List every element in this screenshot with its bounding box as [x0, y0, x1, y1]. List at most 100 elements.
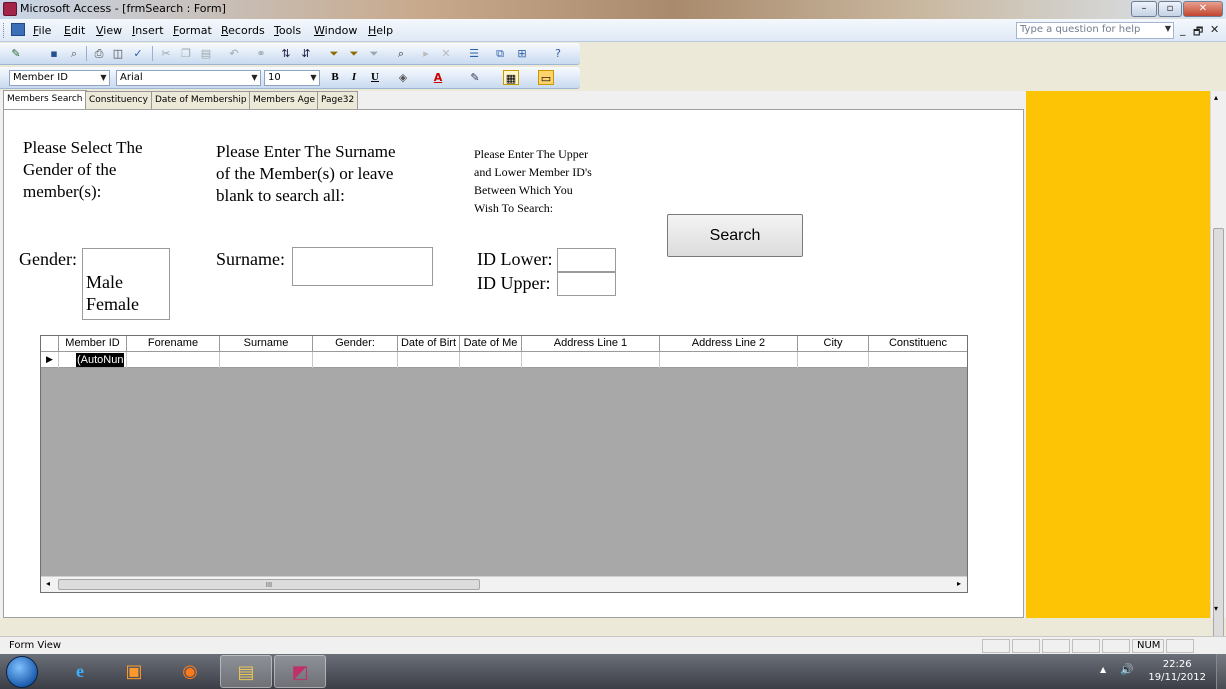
find-icon[interactable]: ⌕	[393, 46, 409, 61]
fill-color-icon[interactable]: ◈	[395, 70, 411, 85]
column-header-constituency[interactable]: Constituenc	[869, 336, 967, 352]
menu-records[interactable]: Records	[221, 24, 265, 37]
delete-record-icon[interactable]: ✕	[438, 46, 454, 61]
line-border-width-icon[interactable]: ▦	[503, 70, 519, 85]
database-window-icon[interactable]: ⧉	[492, 46, 508, 61]
address-line-2-cell[interactable]	[660, 352, 798, 368]
menu-format[interactable]: Format	[173, 24, 212, 37]
print-preview-icon[interactable]: ◫	[110, 46, 126, 61]
form-icon[interactable]	[11, 23, 25, 36]
tab-members-age[interactable]: Members Age	[249, 91, 319, 109]
object-combo[interactable]: Member ID ▼	[9, 70, 110, 86]
mdi-close-button[interactable]: ✕	[1210, 23, 1219, 36]
row-selector-header[interactable]	[41, 336, 59, 352]
tab-members-search[interactable]: Members Search	[3, 90, 87, 109]
font-color-icon[interactable]: A	[430, 70, 446, 85]
copy-icon[interactable]: ❐	[178, 46, 194, 61]
underline-button[interactable]: U	[367, 70, 383, 85]
start-button[interactable]	[6, 656, 38, 688]
menu-file[interactable]: File	[33, 24, 51, 37]
scroll-thumb[interactable]: III	[58, 579, 480, 590]
tab-date-of-membership[interactable]: Date of Membership	[151, 91, 251, 109]
sort-ascending-icon[interactable]: ⇅	[278, 46, 294, 61]
scroll-up-icon[interactable]: ▴	[1214, 93, 1218, 102]
italic-button[interactable]: I	[346, 70, 362, 85]
column-header-gender[interactable]: Gender:	[313, 336, 398, 352]
gender-option-male[interactable]: Male	[86, 272, 123, 293]
current-record-arrow-icon[interactable]: ▶	[41, 352, 59, 368]
font-size-combo[interactable]: 10 ▼	[264, 70, 320, 86]
form-vertical-scrollbar[interactable]: ▴ ▾	[1210, 91, 1226, 670]
id-lower-input[interactable]	[557, 248, 616, 272]
filter-by-form-icon[interactable]: ⏷	[346, 46, 362, 61]
menu-view[interactable]: View	[96, 24, 122, 37]
chevron-down-icon[interactable]: ▼	[309, 72, 318, 84]
menu-tools[interactable]: Tools	[274, 24, 301, 37]
font-name-combo[interactable]: Arial ▼	[116, 70, 261, 86]
surname-cell[interactable]	[220, 352, 313, 368]
chevron-down-icon[interactable]: ▼	[250, 72, 259, 84]
id-upper-input[interactable]	[557, 272, 616, 296]
member-id-cell[interactable]: (AutoNun	[59, 352, 127, 368]
column-header-address-line-1[interactable]: Address Line 1	[522, 336, 660, 352]
date-of-birth-cell[interactable]	[398, 352, 460, 368]
filter-by-selection-icon[interactable]: ⏷	[326, 46, 342, 61]
properties-icon[interactable]: ☰	[466, 46, 482, 61]
datasheet-horizontal-scrollbar[interactable]: ◂ III ▸	[41, 576, 967, 592]
column-header-member-id[interactable]: Member ID	[59, 336, 127, 352]
gender-cell[interactable]	[313, 352, 398, 368]
maximize-button[interactable]: ▫	[1158, 1, 1182, 17]
city-cell[interactable]	[798, 352, 869, 368]
chevron-down-icon[interactable]: ▼	[1165, 24, 1171, 33]
column-header-date-of-membership[interactable]: Date of Me	[460, 336, 522, 352]
cut-icon[interactable]: ✂	[158, 46, 174, 61]
tab-constituency[interactable]: Constituency	[85, 91, 152, 109]
bold-button[interactable]: B	[327, 70, 343, 85]
paste-icon[interactable]: ▤	[198, 46, 214, 61]
mdi-minimize-button[interactable]: _	[1180, 23, 1186, 36]
new-object-icon[interactable]: ⊞	[514, 46, 530, 61]
menu-window[interactable]: Window	[314, 24, 357, 37]
close-button[interactable]: ✕	[1183, 1, 1223, 17]
datasheet-new-record-row[interactable]: ▶ (AutoNun	[41, 352, 967, 368]
menu-edit[interactable]: Edit	[64, 24, 85, 37]
chevron-down-icon[interactable]: ▼	[99, 72, 108, 84]
column-header-surname[interactable]: Surname	[220, 336, 313, 352]
minimize-button[interactable]: –	[1131, 1, 1157, 17]
scroll-down-icon[interactable]: ▾	[1214, 604, 1218, 613]
spelling-icon[interactable]: ✓	[130, 46, 146, 61]
column-header-forename[interactable]: Forename	[127, 336, 220, 352]
media-player-icon[interactable]: ▣	[108, 655, 160, 688]
sort-descending-icon[interactable]: ⇵	[298, 46, 314, 61]
column-header-date-of-birth[interactable]: Date of Birt	[398, 336, 460, 352]
gender-listbox[interactable]: Male Female	[82, 248, 170, 320]
menubar-grip[interactable]	[3, 23, 6, 38]
menu-help[interactable]: Help	[368, 24, 393, 37]
forename-cell[interactable]	[127, 352, 220, 368]
internet-explorer-icon[interactable]: e	[54, 655, 106, 688]
new-record-icon[interactable]: ▸	[418, 46, 434, 61]
surname-input[interactable]	[292, 247, 433, 286]
menu-insert[interactable]: Insert	[132, 24, 164, 37]
access-app-icon[interactable]	[3, 2, 17, 16]
firefox-icon[interactable]: ◉	[164, 655, 216, 688]
help-icon[interactable]: ?	[550, 46, 566, 61]
scroll-left-icon[interactable]: ◂	[46, 579, 50, 588]
gender-option-female[interactable]: Female	[86, 294, 139, 315]
volume-icon[interactable]: 🔊	[1120, 663, 1134, 676]
windows-explorer-icon[interactable]: ▤	[220, 655, 272, 688]
help-question-input[interactable]: Type a question for help ▼	[1016, 22, 1174, 39]
special-effect-icon[interactable]: ▭	[538, 70, 554, 85]
system-clock[interactable]: 22:26 19/11/2012	[1148, 658, 1206, 684]
file-search-icon[interactable]: ⌕	[66, 46, 82, 61]
search-button[interactable]: Search	[667, 214, 803, 257]
constituency-cell[interactable]	[869, 352, 967, 368]
view-icon[interactable]: ✎	[8, 46, 24, 61]
column-header-address-line-2[interactable]: Address Line 2	[660, 336, 798, 352]
show-hidden-icons-icon[interactable]: ▲	[1100, 665, 1106, 674]
microsoft-access-icon[interactable]: ◩	[274, 655, 326, 688]
line-color-icon[interactable]: ✎	[467, 70, 483, 85]
print-icon[interactable]: ⎙	[91, 46, 107, 61]
mdi-restore-button[interactable]: 🗗	[1193, 23, 1203, 42]
undo-icon[interactable]: ↶	[226, 46, 242, 61]
